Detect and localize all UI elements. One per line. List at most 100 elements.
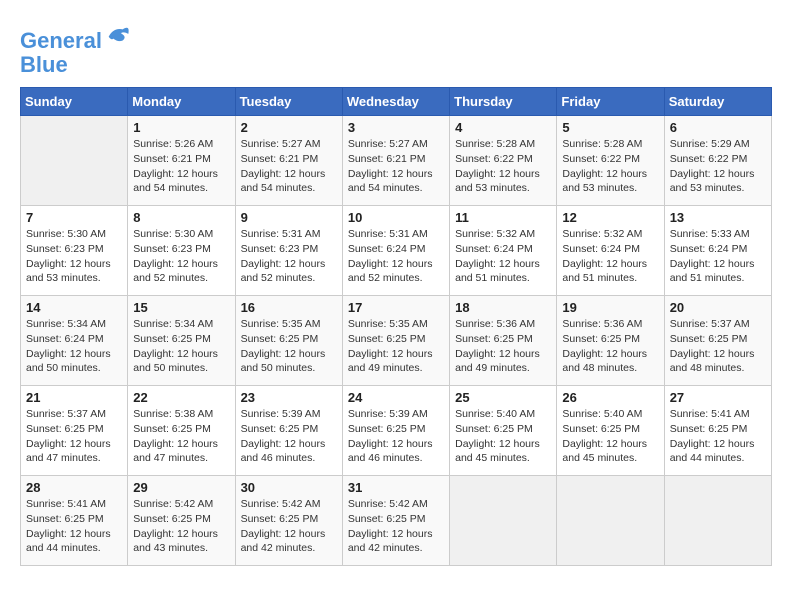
calendar-cell: 9 Sunrise: 5:31 AM Sunset: 6:23 PM Daylig… xyxy=(235,206,342,296)
weekday-header-monday: Monday xyxy=(128,88,235,116)
calendar-cell xyxy=(557,476,664,566)
calendar-cell: 13 Sunrise: 5:33 AM Sunset: 6:24 PM Dayli… xyxy=(664,206,771,296)
day-number: 2 xyxy=(241,120,337,135)
day-info: Sunrise: 5:35 AM Sunset: 6:25 PM Dayligh… xyxy=(348,317,444,376)
day-number: 9 xyxy=(241,210,337,225)
day-number: 26 xyxy=(562,390,658,405)
day-info: Sunrise: 5:32 AM Sunset: 6:24 PM Dayligh… xyxy=(455,227,551,286)
logo: General Blue xyxy=(20,20,132,77)
weekday-header-thursday: Thursday xyxy=(450,88,557,116)
calendar-cell: 1Sunrise: 5:26 AM Sunset: 6:21 PM Daylig… xyxy=(128,116,235,206)
calendar-cell: 31Sunrise: 5:42 AM Sunset: 6:25 PM Dayli… xyxy=(342,476,449,566)
day-info: Sunrise: 5:36 AM Sunset: 6:25 PM Dayligh… xyxy=(562,317,658,376)
calendar-cell: 17 Sunrise: 5:35 AM Sunset: 6:25 PM Dayli… xyxy=(342,296,449,386)
day-info: Sunrise: 5:29 AM Sunset: 6:22 PM Dayligh… xyxy=(670,137,766,196)
day-info: Sunrise: 5:42 AM Sunset: 6:25 PM Dayligh… xyxy=(133,497,229,556)
calendar-cell: 7 Sunrise: 5:30 AM Sunset: 6:23 PM Daylig… xyxy=(21,206,128,296)
day-info: Sunrise: 5:28 AM Sunset: 6:22 PM Dayligh… xyxy=(455,137,551,196)
day-info: Sunrise: 5:32 AM Sunset: 6:24 PM Dayligh… xyxy=(562,227,658,286)
calendar-cell: 3 Sunrise: 5:27 AM Sunset: 6:21 PM Daylig… xyxy=(342,116,449,206)
calendar-cell: 5Sunrise: 5:28 AM Sunset: 6:22 PM Daylig… xyxy=(557,116,664,206)
day-info: Sunrise: 5:40 AM Sunset: 6:25 PM Dayligh… xyxy=(562,407,658,466)
weekday-header-saturday: Saturday xyxy=(664,88,771,116)
day-number: 13 xyxy=(670,210,766,225)
day-info: Sunrise: 5:33 AM Sunset: 6:24 PM Dayligh… xyxy=(670,227,766,286)
calendar-cell: 4 Sunrise: 5:28 AM Sunset: 6:22 PM Daylig… xyxy=(450,116,557,206)
calendar-cell: 27 Sunrise: 5:41 AM Sunset: 6:25 PM Dayli… xyxy=(664,386,771,476)
calendar-cell: 22 Sunrise: 5:38 AM Sunset: 6:25 PM Dayli… xyxy=(128,386,235,476)
calendar-cell xyxy=(21,116,128,206)
calendar-cell: 11 Sunrise: 5:32 AM Sunset: 6:24 PM Dayli… xyxy=(450,206,557,296)
day-info: Sunrise: 5:27 AM Sunset: 6:21 PM Dayligh… xyxy=(348,137,444,196)
calendar-cell: 6 Sunrise: 5:29 AM Sunset: 6:22 PM Daylig… xyxy=(664,116,771,206)
calendar-cell: 18 Sunrise: 5:36 AM Sunset: 6:25 PM Dayli… xyxy=(450,296,557,386)
day-number: 28 xyxy=(26,480,122,495)
day-info: Sunrise: 5:31 AM Sunset: 6:24 PM Dayligh… xyxy=(348,227,444,286)
day-number: 30 xyxy=(241,480,337,495)
day-number: 27 xyxy=(670,390,766,405)
day-number: 7 xyxy=(26,210,122,225)
day-number: 14 xyxy=(26,300,122,315)
day-number: 10 xyxy=(348,210,444,225)
day-info: Sunrise: 5:38 AM Sunset: 6:25 PM Dayligh… xyxy=(133,407,229,466)
day-number: 11 xyxy=(455,210,551,225)
calendar-header: SundayMondayTuesdayWednesdayThursdayFrid… xyxy=(21,88,772,116)
day-number: 19 xyxy=(562,300,658,315)
day-info: Sunrise: 5:39 AM Sunset: 6:25 PM Dayligh… xyxy=(348,407,444,466)
calendar-cell: 15 Sunrise: 5:34 AM Sunset: 6:25 PM Dayli… xyxy=(128,296,235,386)
day-number: 12 xyxy=(562,210,658,225)
day-info: Sunrise: 5:37 AM Sunset: 6:25 PM Dayligh… xyxy=(670,317,766,376)
day-info: Sunrise: 5:40 AM Sunset: 6:25 PM Dayligh… xyxy=(455,407,551,466)
day-number: 15 xyxy=(133,300,229,315)
weekday-header-wednesday: Wednesday xyxy=(342,88,449,116)
week-row-5: 28 Sunrise: 5:41 AM Sunset: 6:25 PM Dayli… xyxy=(21,476,772,566)
day-info: Sunrise: 5:36 AM Sunset: 6:25 PM Dayligh… xyxy=(455,317,551,376)
calendar-cell: 12 Sunrise: 5:32 AM Sunset: 6:24 PM Dayli… xyxy=(557,206,664,296)
day-info: Sunrise: 5:39 AM Sunset: 6:25 PM Dayligh… xyxy=(241,407,337,466)
day-number: 4 xyxy=(455,120,551,135)
day-info: Sunrise: 5:26 AM Sunset: 6:21 PM Dayligh… xyxy=(133,137,229,196)
day-number: 17 xyxy=(348,300,444,315)
day-info: Sunrise: 5:34 AM Sunset: 6:25 PM Dayligh… xyxy=(133,317,229,376)
day-number: 21 xyxy=(26,390,122,405)
day-number: 25 xyxy=(455,390,551,405)
day-info: Sunrise: 5:31 AM Sunset: 6:23 PM Dayligh… xyxy=(241,227,337,286)
day-info: Sunrise: 5:35 AM Sunset: 6:25 PM Dayligh… xyxy=(241,317,337,376)
day-number: 23 xyxy=(241,390,337,405)
weekday-header-friday: Friday xyxy=(557,88,664,116)
day-number: 3 xyxy=(348,120,444,135)
calendar-cell: 28 Sunrise: 5:41 AM Sunset: 6:25 PM Dayli… xyxy=(21,476,128,566)
week-row-3: 14Sunrise: 5:34 AM Sunset: 6:24 PM Dayli… xyxy=(21,296,772,386)
calendar-cell: 2 Sunrise: 5:27 AM Sunset: 6:21 PM Daylig… xyxy=(235,116,342,206)
day-number: 16 xyxy=(241,300,337,315)
calendar-cell: 24 Sunrise: 5:39 AM Sunset: 6:25 PM Dayli… xyxy=(342,386,449,476)
day-info: Sunrise: 5:30 AM Sunset: 6:23 PM Dayligh… xyxy=(133,227,229,286)
day-number: 24 xyxy=(348,390,444,405)
calendar-body: 1Sunrise: 5:26 AM Sunset: 6:21 PM Daylig… xyxy=(21,116,772,566)
day-info: Sunrise: 5:27 AM Sunset: 6:21 PM Dayligh… xyxy=(241,137,337,196)
day-number: 6 xyxy=(670,120,766,135)
logo-text: General Blue xyxy=(20,20,132,77)
day-info: Sunrise: 5:41 AM Sunset: 6:25 PM Dayligh… xyxy=(26,497,122,556)
calendar-cell: 19 Sunrise: 5:36 AM Sunset: 6:25 PM Dayli… xyxy=(557,296,664,386)
day-number: 22 xyxy=(133,390,229,405)
calendar-cell: 30Sunrise: 5:42 AM Sunset: 6:25 PM Dayli… xyxy=(235,476,342,566)
calendar-cell: 10 Sunrise: 5:31 AM Sunset: 6:24 PM Dayli… xyxy=(342,206,449,296)
calendar-table: SundayMondayTuesdayWednesdayThursdayFrid… xyxy=(20,87,772,566)
day-number: 18 xyxy=(455,300,551,315)
day-info: Sunrise: 5:30 AM Sunset: 6:23 PM Dayligh… xyxy=(26,227,122,286)
day-number: 29 xyxy=(133,480,229,495)
calendar-cell: 25 Sunrise: 5:40 AM Sunset: 6:25 PM Dayli… xyxy=(450,386,557,476)
day-number: 20 xyxy=(670,300,766,315)
week-row-2: 7 Sunrise: 5:30 AM Sunset: 6:23 PM Daylig… xyxy=(21,206,772,296)
logo-bird-icon xyxy=(104,20,132,48)
calendar-cell: 23 Sunrise: 5:39 AM Sunset: 6:25 PM Dayli… xyxy=(235,386,342,476)
calendar-cell: 8Sunrise: 5:30 AM Sunset: 6:23 PM Daylig… xyxy=(128,206,235,296)
calendar-cell: 26 Sunrise: 5:40 AM Sunset: 6:25 PM Dayli… xyxy=(557,386,664,476)
page-header: General Blue xyxy=(20,20,772,77)
weekday-header-tuesday: Tuesday xyxy=(235,88,342,116)
calendar-cell: 21Sunrise: 5:37 AM Sunset: 6:25 PM Dayli… xyxy=(21,386,128,476)
calendar-cell: 29 Sunrise: 5:42 AM Sunset: 6:25 PM Dayli… xyxy=(128,476,235,566)
day-info: Sunrise: 5:41 AM Sunset: 6:25 PM Dayligh… xyxy=(670,407,766,466)
weekday-header-row: SundayMondayTuesdayWednesdayThursdayFrid… xyxy=(21,88,772,116)
